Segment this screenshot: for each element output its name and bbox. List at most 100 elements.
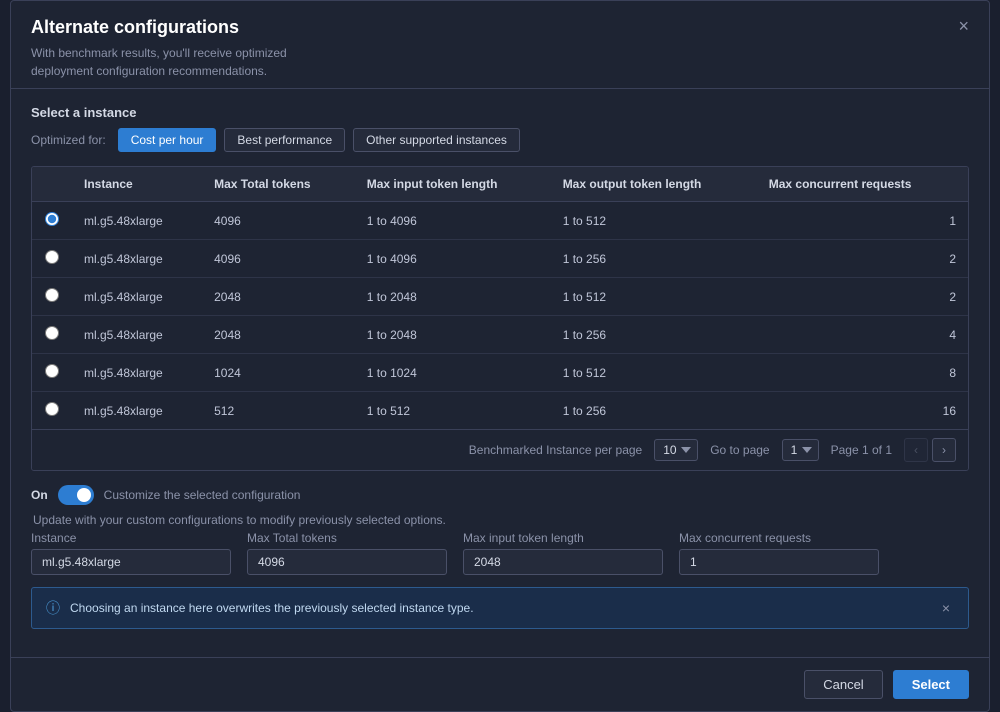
modal-body: Select a instance Optimized for: Cost pe…: [11, 89, 989, 657]
customize-description: Customize the selected configuration: [104, 488, 301, 502]
radio-cell[interactable]: [32, 240, 72, 278]
max-input-value: 1 to 4096: [355, 240, 551, 278]
filter-cost-per-hour[interactable]: Cost per hour: [118, 128, 217, 152]
per-page-select[interactable]: 10 20 50: [654, 439, 698, 461]
radio-cell[interactable]: [32, 278, 72, 316]
cancel-button[interactable]: Cancel: [804, 670, 882, 699]
modal-title: Alternate configurations: [31, 17, 969, 38]
customize-section: On Customize the selected configuration …: [31, 485, 969, 629]
instance-name: ml.g5.48xlarge: [72, 240, 202, 278]
max-output-value: 1 to 256: [551, 240, 757, 278]
max-concurrent-value: 2: [757, 278, 968, 316]
pagination-nav: ‹ ›: [904, 438, 956, 462]
page-info: Page 1 of 1: [831, 443, 892, 457]
instance-field-input[interactable]: [31, 549, 231, 575]
instance-radio[interactable]: [45, 250, 59, 264]
max-output-value: 1 to 256: [551, 392, 757, 430]
modal-subtitle: With benchmark results, you'll receive o…: [31, 44, 331, 80]
radio-cell[interactable]: [32, 202, 72, 240]
table-row[interactable]: ml.g5.48xlarge10241 to 10241 to 5128: [32, 354, 968, 392]
prev-page-button[interactable]: ‹: [904, 438, 928, 462]
field-max-input: Max input token length: [463, 531, 663, 575]
max-input-field-label: Max input token length: [463, 531, 663, 545]
table-row[interactable]: ml.g5.48xlarge40961 to 40961 to 2562: [32, 240, 968, 278]
max-concurrent-field-label: Max concurrent requests: [679, 531, 879, 545]
th-max-concurrent: Max concurrent requests: [757, 167, 968, 202]
table-row[interactable]: ml.g5.48xlarge20481 to 20481 to 2564: [32, 316, 968, 354]
filter-other-supported[interactable]: Other supported instances: [353, 128, 520, 152]
max-concurrent-value: 16: [757, 392, 968, 430]
max-concurrent-value: 1: [757, 202, 968, 240]
max-input-value: 1 to 2048: [355, 316, 551, 354]
select-button[interactable]: Select: [893, 670, 969, 699]
instance-name: ml.g5.48xlarge: [72, 202, 202, 240]
instance-radio[interactable]: [45, 326, 59, 340]
max-total-field-input[interactable]: [247, 549, 447, 575]
max-total-value: 1024: [202, 354, 355, 392]
custom-fields-row: Instance Max Total tokens Max input toke…: [31, 531, 969, 575]
filter-row: Optimized for: Cost per hour Best perfor…: [31, 128, 969, 152]
pagination-bar: Benchmarked Instance per page 10 20 50 G…: [32, 429, 968, 470]
max-input-value: 1 to 2048: [355, 278, 551, 316]
info-banner-text: Choosing an instance here overwrites the…: [70, 601, 928, 615]
max-total-value: 4096: [202, 240, 355, 278]
info-icon: ⓘ: [46, 598, 60, 618]
table-row[interactable]: ml.g5.48xlarge40961 to 40961 to 5121: [32, 202, 968, 240]
modal-header: Alternate configurations With benchmark …: [11, 1, 989, 89]
max-input-field-input[interactable]: [463, 549, 663, 575]
modal-overlay: Alternate configurations With benchmark …: [0, 0, 1000, 712]
radio-cell[interactable]: [32, 316, 72, 354]
max-output-value: 1 to 512: [551, 202, 757, 240]
max-input-value: 1 to 512: [355, 392, 551, 430]
instance-name: ml.g5.48xlarge: [72, 392, 202, 430]
go-to-page-label: Go to page: [710, 443, 769, 457]
instance-radio[interactable]: [45, 364, 59, 378]
table-row[interactable]: ml.g5.48xlarge5121 to 5121 to 25616: [32, 392, 968, 430]
max-output-value: 1 to 512: [551, 278, 757, 316]
max-total-value: 4096: [202, 202, 355, 240]
instances-table: Instance Max Total tokens Max input toke…: [32, 167, 968, 429]
instance-radio[interactable]: [45, 212, 59, 226]
info-banner: ⓘ Choosing an instance here overwrites t…: [31, 587, 969, 629]
radio-cell[interactable]: [32, 354, 72, 392]
max-output-value: 1 to 512: [551, 354, 757, 392]
instance-name: ml.g5.48xlarge: [72, 354, 202, 392]
max-concurrent-value: 2: [757, 240, 968, 278]
per-page-label: Benchmarked Instance per page: [469, 443, 642, 457]
go-to-page-select[interactable]: 1: [782, 439, 819, 461]
instance-radio[interactable]: [45, 402, 59, 416]
field-max-total: Max Total tokens: [247, 531, 447, 575]
toggle-row: On Customize the selected configuration: [31, 485, 969, 505]
on-label: On: [31, 488, 48, 502]
field-max-concurrent: Max concurrent requests: [679, 531, 879, 575]
th-max-total: Max Total tokens: [202, 167, 355, 202]
th-radio: [32, 167, 72, 202]
customize-sub-description: Update with your custom configurations t…: [31, 513, 969, 527]
max-output-value: 1 to 256: [551, 316, 757, 354]
max-concurrent-field-input[interactable]: [679, 549, 879, 575]
filter-best-performance[interactable]: Best performance: [224, 128, 345, 152]
field-instance: Instance: [31, 531, 231, 575]
th-max-output: Max output token length: [551, 167, 757, 202]
table-row[interactable]: ml.g5.48xlarge20481 to 20481 to 5122: [32, 278, 968, 316]
table-header-row: Instance Max Total tokens Max input toke…: [32, 167, 968, 202]
modal: Alternate configurations With benchmark …: [10, 0, 990, 712]
max-input-value: 1 to 4096: [355, 202, 551, 240]
close-button[interactable]: ×: [952, 15, 975, 37]
max-concurrent-value: 4: [757, 316, 968, 354]
th-max-input: Max input token length: [355, 167, 551, 202]
max-total-value: 2048: [202, 316, 355, 354]
max-total-field-label: Max Total tokens: [247, 531, 447, 545]
info-banner-close[interactable]: ×: [938, 600, 954, 616]
radio-cell[interactable]: [32, 392, 72, 430]
instance-radio[interactable]: [45, 288, 59, 302]
next-page-button[interactable]: ›: [932, 438, 956, 462]
max-input-value: 1 to 1024: [355, 354, 551, 392]
instances-table-container: Instance Max Total tokens Max input toke…: [31, 166, 969, 471]
customize-toggle[interactable]: [58, 485, 94, 505]
max-concurrent-value: 8: [757, 354, 968, 392]
instance-name: ml.g5.48xlarge: [72, 316, 202, 354]
instance-field-label: Instance: [31, 531, 231, 545]
modal-footer: Cancel Select: [11, 657, 989, 711]
max-total-value: 512: [202, 392, 355, 430]
